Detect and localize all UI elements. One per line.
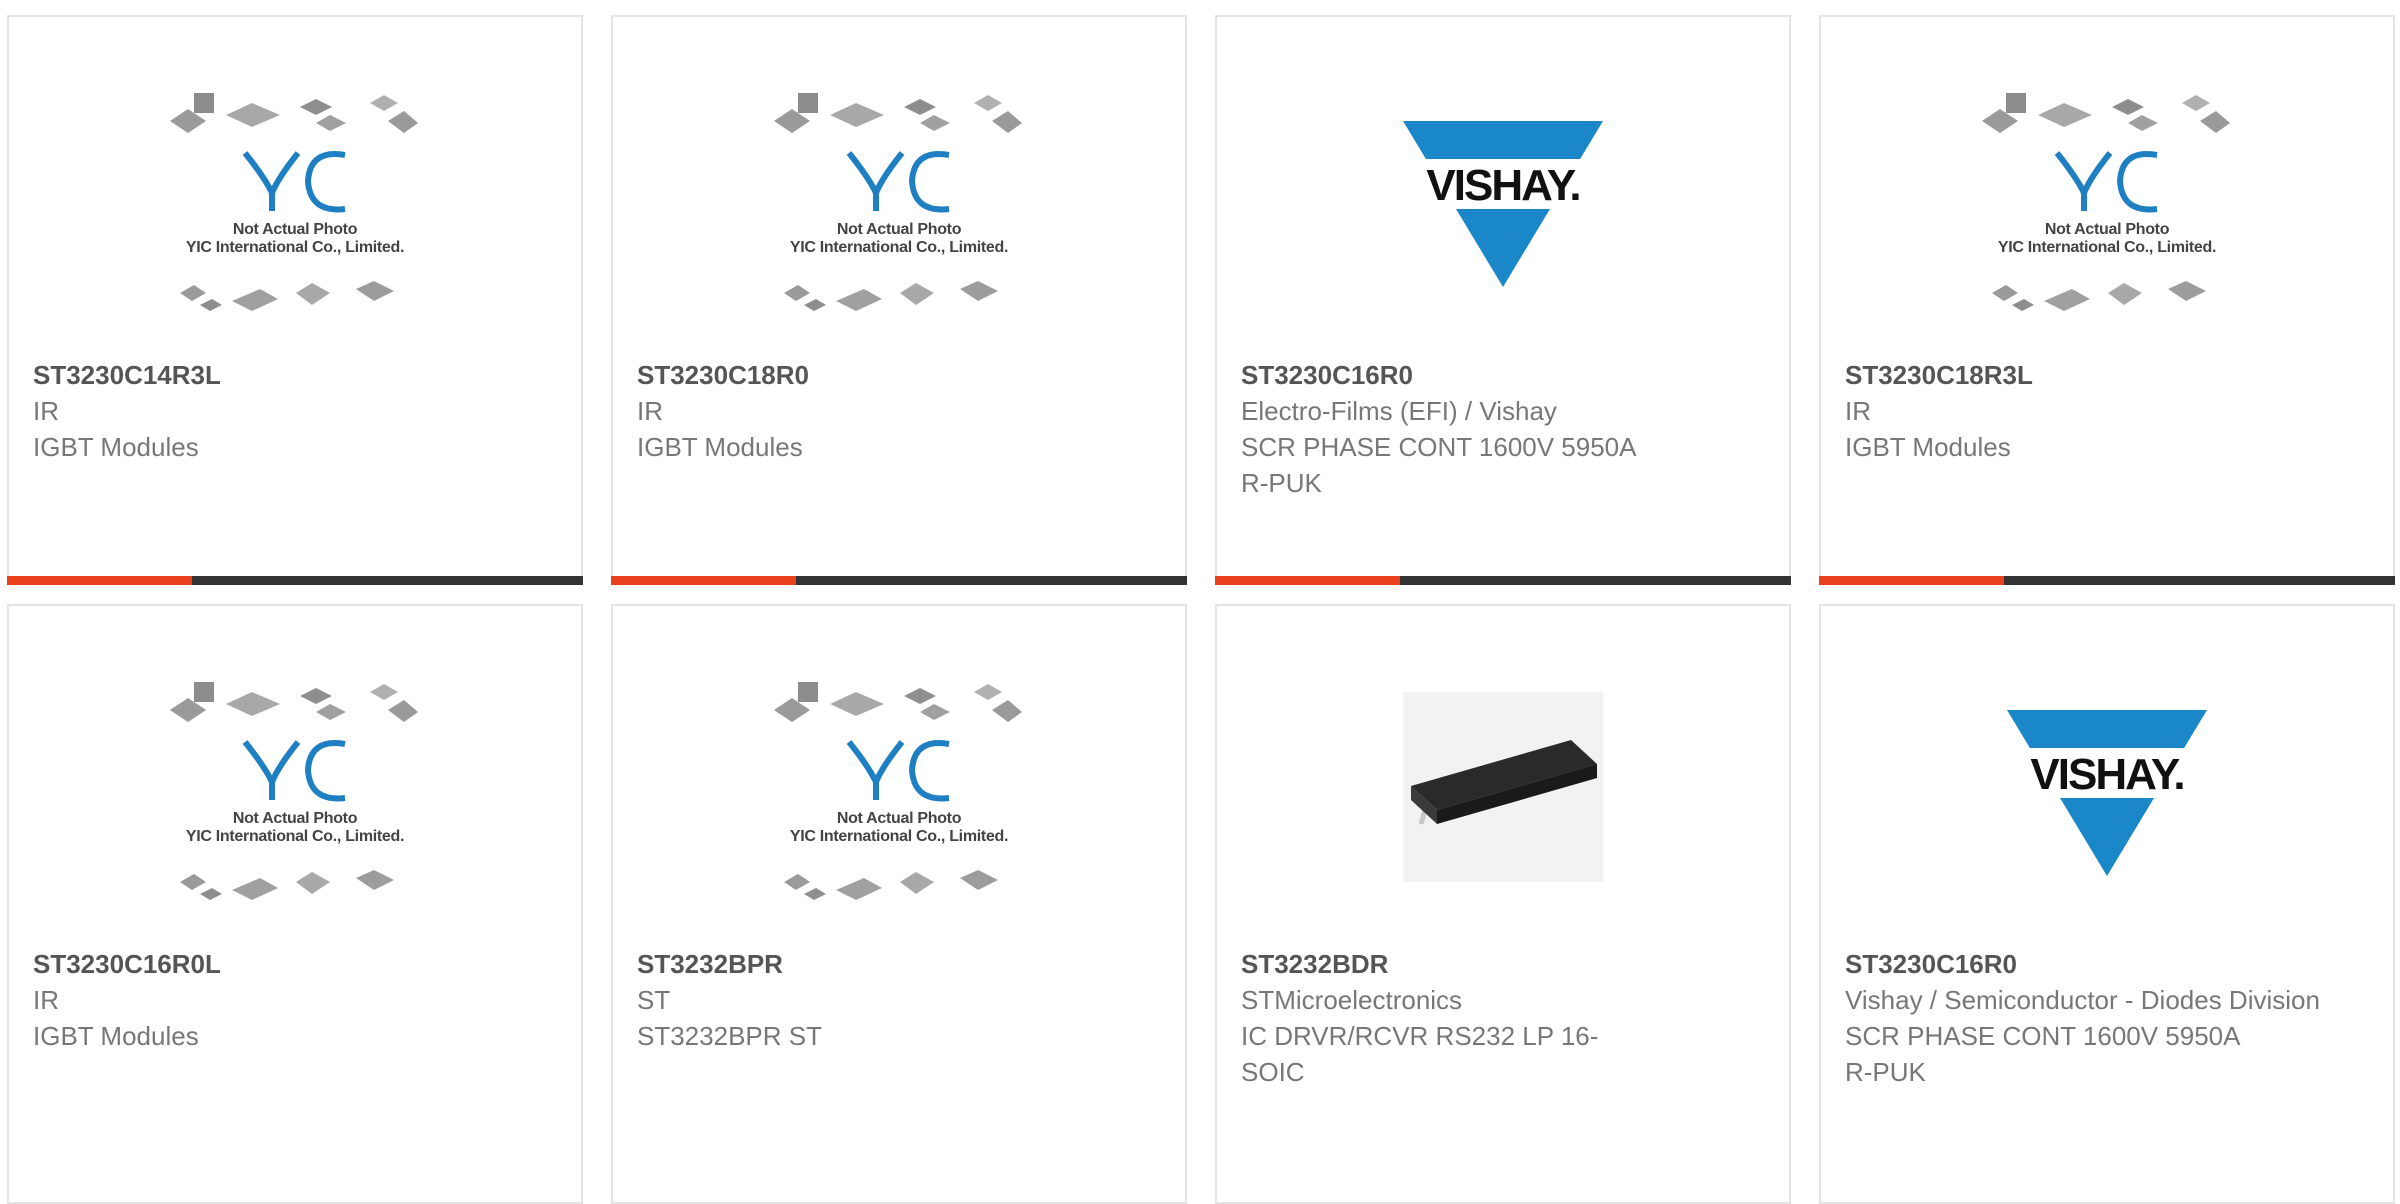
product-card[interactable]: VISHAY. ST3230C16R0 Vishay / Semiconduct… bbox=[1819, 604, 2395, 1204]
product-info: ST3230C14R3L IR IGBT Modules bbox=[33, 357, 557, 465]
manufacturer: IR bbox=[33, 985, 59, 1015]
product-info: ST3230C18R3L IR IGBT Modules bbox=[1845, 357, 2369, 465]
part-number-link[interactable]: ST3230C16R0L bbox=[33, 946, 557, 982]
product-info: ST3232BPR ST ST3232BPR ST bbox=[637, 946, 1161, 1054]
vishay-logo-text: VISHAY. bbox=[2030, 750, 2185, 799]
vishay-logo: VISHAY. bbox=[2003, 710, 2211, 880]
part-number-link[interactable]: ST3230C16R0 bbox=[1241, 357, 1765, 393]
product-card[interactable]: Not Actual Photo YIC International Co., … bbox=[7, 604, 583, 1204]
card-accent bbox=[1819, 576, 2004, 585]
product-image[interactable]: VISHAY. bbox=[1217, 93, 1789, 361]
part-number-link[interactable]: ST3230C18R3L bbox=[1845, 357, 2369, 393]
product-card[interactable]: Not Actual Photo YIC International Co., … bbox=[7, 15, 583, 585]
placeholder-line-1: Not Actual Photo bbox=[836, 810, 962, 827]
vishay-logo: VISHAY. bbox=[1399, 121, 1607, 291]
product-image[interactable]: Not Actual Photo YIC International Co., … bbox=[613, 682, 1185, 950]
manufacturer: Electro-Films (EFI) / Vishay bbox=[1241, 396, 1557, 426]
description: SCR PHASE CONT 1600V 5950A R-PUK bbox=[1241, 432, 1636, 498]
description: IC DRVR/RCVR RS232 LP 16-SOIC bbox=[1241, 1021, 1599, 1087]
description: IGBT Modules bbox=[33, 1021, 199, 1051]
product-image[interactable]: VISHAY. bbox=[1821, 682, 2393, 950]
product-info: ST3230C16R0 Electro-Films (EFI) / Vishay… bbox=[1241, 357, 1765, 501]
part-number-link[interactable]: ST3232BDR bbox=[1241, 946, 1765, 982]
placeholder-line-2: YIC International Co., Limited. bbox=[185, 828, 405, 845]
product-image[interactable]: Not Actual Photo YIC International Co., … bbox=[1821, 93, 2393, 361]
description: IGBT Modules bbox=[637, 432, 803, 462]
product-info: ST3230C16R0L IR IGBT Modules bbox=[33, 946, 557, 1054]
placeholder-caption: Not Actual Photo YIC International Co., … bbox=[764, 221, 1034, 257]
placeholder-image-icon: Not Actual Photo YIC International Co., … bbox=[764, 682, 1034, 912]
vishay-logo-text: VISHAY. bbox=[1426, 161, 1581, 210]
description: IGBT Modules bbox=[33, 432, 199, 462]
card-accent bbox=[1215, 576, 1400, 585]
product-grid: Not Actual Photo YIC International Co., … bbox=[0, 0, 2400, 1204]
card-bottom-bar bbox=[1215, 576, 1791, 585]
placeholder-image-icon: Not Actual Photo YIC International Co., … bbox=[160, 682, 430, 912]
placeholder-line-2: YIC International Co., Limited. bbox=[789, 239, 1009, 256]
card-bottom-bar bbox=[611, 576, 1187, 585]
description: ST3232BPR ST bbox=[637, 1021, 822, 1051]
soic-chip-icon bbox=[1403, 692, 1603, 882]
product-info: ST3230C16R0 Vishay / Semiconductor - Dio… bbox=[1845, 946, 2369, 1090]
card-bottom-bar bbox=[1819, 576, 2395, 585]
card-accent bbox=[7, 576, 192, 585]
product-card[interactable]: Not Actual Photo YIC International Co., … bbox=[611, 604, 1187, 1204]
product-image[interactable]: Not Actual Photo YIC International Co., … bbox=[613, 93, 1185, 361]
product-card[interactable]: Not Actual Photo YIC International Co., … bbox=[611, 15, 1187, 585]
manufacturer: STMicroelectronics bbox=[1241, 985, 1463, 1015]
placeholder-image-icon: Not Actual Photo YIC International Co., … bbox=[1972, 93, 2242, 323]
manufacturer: IR bbox=[637, 396, 663, 426]
product-card[interactable]: VISHAY. ST3230C16R0 Electro-Films (EFI) … bbox=[1215, 15, 1791, 585]
product-card[interactable]: ST3232BDR STMicroelectronics IC DRVR/RCV… bbox=[1215, 604, 1791, 1204]
product-info: ST3232BDR STMicroelectronics IC DRVR/RCV… bbox=[1241, 946, 1765, 1090]
product-image[interactable]: Not Actual Photo YIC International Co., … bbox=[9, 682, 581, 950]
card-accent bbox=[611, 576, 796, 585]
placeholder-caption: Not Actual Photo YIC International Co., … bbox=[1972, 221, 2242, 257]
product-info: ST3230C18R0 IR IGBT Modules bbox=[637, 357, 1161, 465]
placeholder-line-2: YIC International Co., Limited. bbox=[789, 828, 1009, 845]
placeholder-line-1: Not Actual Photo bbox=[232, 221, 358, 238]
manufacturer: Vishay / Semiconductor - Diodes Division bbox=[1845, 985, 2320, 1015]
card-bottom-bar bbox=[7, 576, 583, 585]
placeholder-image-icon: Not Actual Photo YIC International Co., … bbox=[764, 93, 1034, 323]
placeholder-caption: Not Actual Photo YIC International Co., … bbox=[160, 810, 430, 846]
description: IGBT Modules bbox=[1845, 432, 2011, 462]
placeholder-line-2: YIC International Co., Limited. bbox=[185, 239, 405, 256]
placeholder-image-icon: Not Actual Photo YIC International Co., … bbox=[160, 93, 430, 323]
part-number-link[interactable]: ST3232BPR bbox=[637, 946, 1161, 982]
manufacturer: IR bbox=[33, 396, 59, 426]
product-image[interactable] bbox=[1217, 682, 1789, 950]
placeholder-line-1: Not Actual Photo bbox=[836, 221, 962, 238]
placeholder-line-2: YIC International Co., Limited. bbox=[1997, 239, 2217, 256]
placeholder-caption: Not Actual Photo YIC International Co., … bbox=[764, 810, 1034, 846]
description: SCR PHASE CONT 1600V 5950A R-PUK bbox=[1845, 1021, 2240, 1087]
manufacturer: IR bbox=[1845, 396, 1871, 426]
manufacturer: ST bbox=[637, 985, 671, 1015]
part-number-link[interactable]: ST3230C18R0 bbox=[637, 357, 1161, 393]
part-number-link[interactable]: ST3230C16R0 bbox=[1845, 946, 2369, 982]
part-number-link[interactable]: ST3230C14R3L bbox=[33, 357, 557, 393]
placeholder-line-1: Not Actual Photo bbox=[232, 810, 358, 827]
placeholder-line-1: Not Actual Photo bbox=[2044, 221, 2170, 238]
product-image[interactable]: Not Actual Photo YIC International Co., … bbox=[9, 93, 581, 361]
product-card[interactable]: Not Actual Photo YIC International Co., … bbox=[1819, 15, 2395, 585]
placeholder-caption: Not Actual Photo YIC International Co., … bbox=[160, 221, 430, 257]
